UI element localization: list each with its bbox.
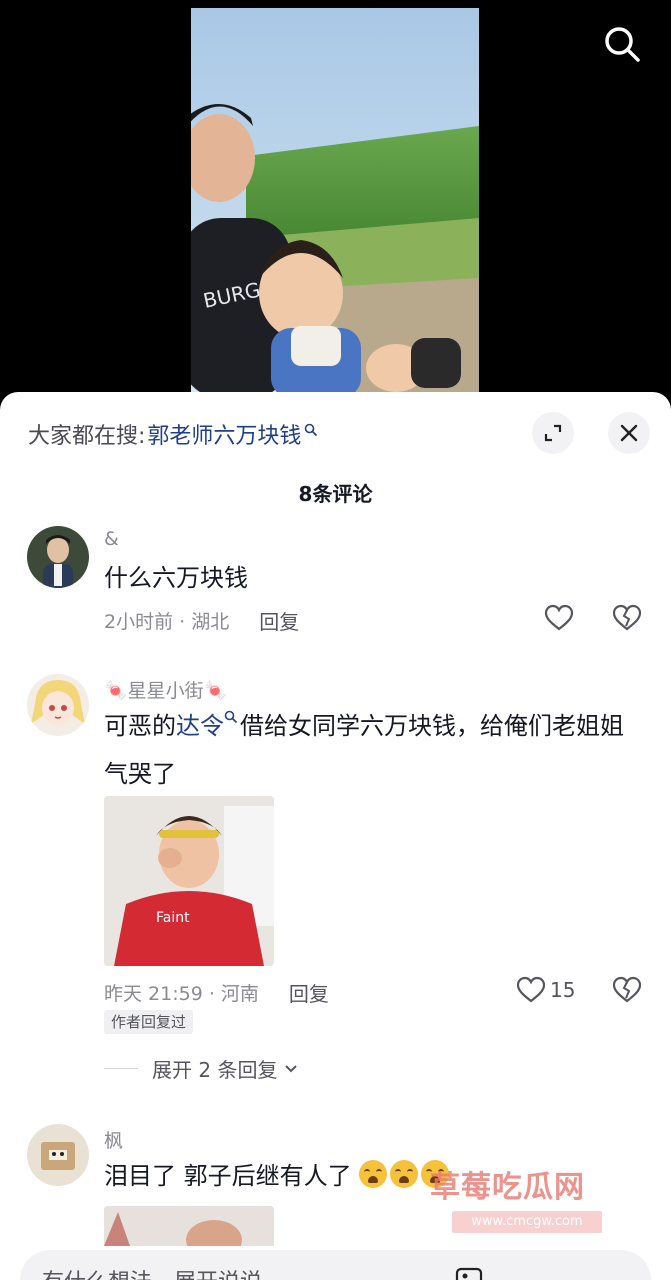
comment-input-placeholder: 有什么想法，展开说说 bbox=[42, 1264, 262, 1280]
like-button[interactable] bbox=[544, 604, 574, 632]
trending-label: 大家都在搜: bbox=[28, 424, 146, 449]
comment-text: 什么六万块钱 bbox=[104, 564, 248, 592]
comment-time-location: 2小时前 · 湖北 bbox=[104, 611, 230, 633]
video-still-image: BURG bbox=[191, 8, 479, 392]
search-button[interactable] bbox=[600, 22, 644, 66]
sticker-image[interactable]: Faint bbox=[104, 796, 274, 966]
avatar[interactable] bbox=[27, 1124, 89, 1186]
expand-icon bbox=[544, 424, 562, 442]
broken-heart-icon bbox=[612, 976, 642, 1003]
expand-sheet-button[interactable] bbox=[532, 412, 574, 454]
close-sheet-button[interactable] bbox=[608, 412, 650, 454]
sticker-image[interactable] bbox=[104, 1206, 274, 1246]
avatar[interactable] bbox=[27, 674, 89, 736]
comment-meta: 昨天 21:59 · 河南 回复 bbox=[104, 978, 329, 1007]
expand-replies-button[interactable]: 展开 2 条回复 bbox=[104, 1054, 299, 1083]
crying-emoji-icon bbox=[390, 1160, 419, 1188]
watermark-title: 草莓吃瓜网 bbox=[430, 1170, 585, 1205]
reply-button[interactable]: 回复 bbox=[289, 978, 329, 1007]
dislike-button[interactable] bbox=[612, 976, 642, 1008]
search-icon bbox=[605, 27, 640, 62]
author-replied-badge: 作者回复过 bbox=[104, 1010, 194, 1034]
comment-text: 可恶的达令 借给女同学六万块钱，给俺们老姐姐气哭了 bbox=[104, 702, 634, 798]
comment-text-part: 可恶的 bbox=[104, 712, 176, 740]
comment-author[interactable]: 枫 bbox=[104, 1126, 123, 1153]
crying-emoji-icon bbox=[359, 1160, 388, 1188]
comment-author[interactable]: 🍬星星小街🍬 bbox=[104, 676, 227, 703]
heart-icon bbox=[516, 976, 546, 1003]
comment-item: 🍬星星小街🍬 可恶的达令 借给女同学六万块钱，给俺们老姐姐气哭了 Faint 昨… bbox=[0, 672, 671, 1092]
video-player[interactable]: BURG bbox=[0, 0, 671, 400]
comment-time-location: 昨天 21:59 · 河南 bbox=[104, 983, 259, 1005]
search-icon bbox=[224, 710, 238, 724]
like-count: 15 bbox=[550, 978, 576, 1002]
comment-item: & 什么六万块钱 2小时前 · 湖北 回复 bbox=[0, 524, 671, 644]
dislike-button[interactable] bbox=[612, 604, 642, 636]
close-icon bbox=[620, 424, 638, 442]
watermark-url: www.cmcgw.com bbox=[452, 1211, 602, 1233]
video-frame[interactable]: BURG bbox=[191, 8, 479, 392]
comment-sheet: 大家都在搜: 郭老师六万块钱 8条评论 & 什么六万块钱 2小时前 · 湖北 回… bbox=[0, 392, 671, 1280]
reply-button[interactable]: 回复 bbox=[259, 606, 299, 635]
comment-input[interactable]: 有什么想法，展开说说 bbox=[20, 1250, 651, 1280]
chevron-down-icon bbox=[285, 1064, 298, 1072]
divider bbox=[104, 1068, 138, 1069]
like-button[interactable]: 15 bbox=[516, 976, 575, 1004]
comment-count: 8条评论 bbox=[298, 482, 373, 506]
comment-meta: 2小时前 · 湖北 回复 bbox=[104, 606, 299, 635]
avatar[interactable] bbox=[27, 526, 89, 588]
trending-search-row[interactable]: 大家都在搜: 郭老师六万块钱 bbox=[28, 418, 318, 450]
heart-icon bbox=[544, 604, 574, 631]
trending-search-link[interactable]: 郭老师六万块钱 bbox=[147, 418, 301, 450]
search-term-link[interactable]: 达令 bbox=[176, 712, 224, 740]
expand-replies-label: 展开 2 条回复 bbox=[152, 1058, 278, 1082]
broken-heart-icon bbox=[612, 604, 642, 631]
comment-text-part: 泪目了 郭子后继有人了 bbox=[104, 1162, 352, 1190]
search-icon bbox=[305, 423, 318, 437]
comment-author[interactable]: & bbox=[104, 528, 119, 550]
image-icon[interactable] bbox=[454, 1264, 484, 1280]
svg-text:Faint: Faint bbox=[156, 910, 190, 926]
